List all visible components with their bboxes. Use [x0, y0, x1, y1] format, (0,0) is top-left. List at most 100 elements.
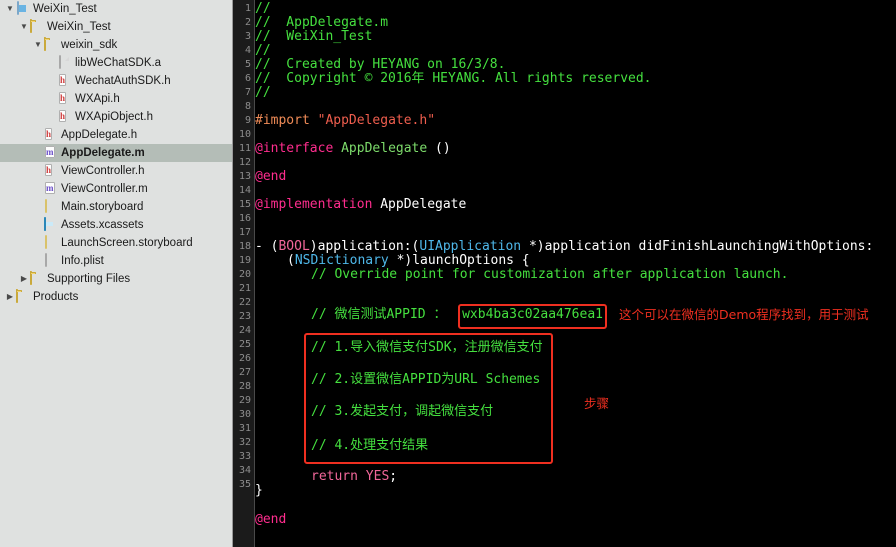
- nav-item-weixin-sdk[interactable]: weixin_sdk: [0, 36, 232, 54]
- source-icon: m: [45, 182, 55, 194]
- line-number: 7: [244, 87, 251, 98]
- nav-item-label: libWeChatSDK.a: [75, 57, 162, 69]
- import-space: [310, 113, 318, 128]
- nav-item-wxapi-h[interactable]: h WXApi.h: [0, 90, 232, 108]
- nav-item-assets-xcassets[interactable]: Assets.xcassets: [0, 216, 232, 234]
- implementation-class-name: AppDelegate: [380, 197, 467, 212]
- code-line-19: // Override point for customization afte…: [311, 267, 789, 282]
- nav-item-wechatauthsdk-h[interactable]: h WechatAuthSDK.h: [0, 72, 232, 90]
- nav-item-label: Main.storyboard: [61, 201, 144, 213]
- sp-31: [358, 469, 366, 484]
- sp-21: [446, 307, 462, 322]
- nav-item-weixin-test[interactable]: WeiXin_Test: [0, 0, 232, 18]
- code-line-9: #import "AppDelegate.h": [255, 114, 435, 128]
- import-keyword: #import: [255, 113, 310, 128]
- header-icon: h: [45, 164, 53, 176]
- nsdictionary-type: NSDictionary: [294, 253, 389, 268]
- code-line-6: // Copyright © 2016年 HEYANG. All rights …: [255, 71, 652, 86]
- storyboard-icon: [44, 199, 57, 214]
- plist-icon: [44, 253, 57, 268]
- line-number: 28: [238, 381, 251, 392]
- line-number: 3: [244, 31, 251, 42]
- folder-icon: [30, 271, 43, 286]
- header-icon: h: [59, 92, 67, 104]
- appid-annotation-text: 这个可以在微信的Demo程序找到，用于测试: [619, 307, 869, 322]
- line-number: 12: [238, 157, 251, 168]
- code-editor[interactable]: 1 2 3 4 5 6 7 8 9 10 11 12 13 14 15 16 17 18 19 20 21 22 23 24 2…: [233, 0, 896, 547]
- code-content[interactable]: // // AppDelegate.m // WeiXin_Test // //…: [255, 0, 896, 547]
- method-mid: )application:(: [309, 239, 420, 254]
- code-line-21: // 微信测试APPID ： wxb4ba3c02aa476ea1: [311, 308, 603, 322]
- project-navigator[interactable]: WeiXin_Test WeiXin_Test weixin_sdk libWeCha…: [0, 0, 233, 547]
- chevron-down-icon[interactable]: [4, 0, 16, 18]
- line-number: 13: [238, 171, 251, 182]
- nav-item-label: WeiXin_Test: [47, 21, 111, 33]
- folder-icon: [44, 37, 57, 52]
- line-number: 33: [238, 451, 251, 462]
- nav-item-info-plist[interactable]: Info.plist: [0, 252, 232, 270]
- nav-item-label: LaunchScreen.storyboard: [61, 237, 193, 249]
- method-tail: *)application didFinishLaunchingWithOpti…: [521, 239, 874, 254]
- nav-item-label: weixin_sdk: [61, 39, 118, 51]
- semicolon: ;: [389, 469, 398, 484]
- nav-item-viewcontroller-h[interactable]: h ViewController.h: [0, 162, 232, 180]
- header-icon: h: [59, 74, 67, 86]
- interface-category: (): [435, 141, 451, 156]
- nav-item-label: ViewController.h: [61, 165, 145, 177]
- code-line-2: // AppDelegate.m: [255, 15, 389, 30]
- line-number: 16: [238, 213, 251, 224]
- chevron-right-icon[interactable]: [18, 270, 30, 288]
- chevron-right-icon[interactable]: [4, 288, 16, 306]
- code-line-18-cont: (NSDictionary *)launchOptions {: [287, 254, 530, 268]
- line-number: 4: [244, 45, 251, 56]
- nav-item-weixin-test[interactable]: WeiXin_Test: [0, 18, 232, 36]
- line-number: 31: [238, 423, 251, 434]
- yes-literal: YES: [365, 469, 390, 484]
- line-number: 2: [244, 17, 251, 28]
- line-number: 21: [238, 283, 251, 294]
- nav-item-appdelegate-h[interactable]: h AppDelegate.h: [0, 126, 232, 144]
- nav-item-appdelegate-m[interactable]: m AppDelegate.m: [0, 144, 232, 162]
- line-number: 18: [238, 241, 251, 252]
- launchoptions-tail: *)launchOptions {: [388, 253, 530, 268]
- code-line-11: @interface AppDelegate (): [255, 142, 451, 156]
- folder-icon: [30, 19, 43, 34]
- line-number: 22: [238, 297, 251, 308]
- nav-item-main-storyboard[interactable]: Main.storyboard: [0, 198, 232, 216]
- code-line-25: // 2.设置微信APPID为URL Schemes: [311, 372, 541, 387]
- line-number-gutter: 1 2 3 4 5 6 7 8 9 10 11 12 13 14 15 16 17 18 19 20 21 22 23 24 2…: [233, 0, 255, 547]
- line-number: 19: [238, 255, 251, 266]
- nav-item-wxapiobject-h[interactable]: h WXApiObject.h: [0, 108, 232, 126]
- nav-item-products[interactable]: Products: [0, 288, 232, 306]
- uiapplication-type: UIApplication: [419, 239, 522, 254]
- nav-item-launchscreen-storyboard[interactable]: LaunchScreen.storyboard: [0, 234, 232, 252]
- line-number: 6: [244, 73, 251, 84]
- line-number: 1: [244, 3, 251, 14]
- header-icon: h: [45, 128, 53, 140]
- nav-item-label: WXApi.h: [75, 93, 120, 105]
- chevron-down-icon[interactable]: [32, 36, 44, 54]
- line-number: 24: [238, 325, 251, 336]
- code-line-3: // WeiXin_Test: [255, 29, 373, 44]
- interface-class-name: AppDelegate: [341, 141, 428, 156]
- chevron-down-icon[interactable]: [18, 18, 30, 36]
- line-number: 20: [238, 269, 251, 280]
- method-prefix: - (: [255, 239, 279, 254]
- nav-item-label: Assets.xcassets: [61, 219, 144, 231]
- code-line-31: return YES;: [311, 470, 397, 484]
- code-line-23: // 1.导入微信支付SDK，注册微信支付: [311, 340, 543, 355]
- code-line-34: @end: [255, 512, 287, 527]
- line-number: 27: [238, 367, 251, 378]
- return-keyword: return: [311, 469, 358, 484]
- steps-annotation-text: 步骤: [584, 396, 610, 411]
- import-path: "AppDelegate.h": [317, 113, 436, 128]
- line-number: 26: [238, 353, 251, 364]
- code-line-13: @end: [255, 169, 287, 184]
- line-number: 25: [238, 339, 251, 350]
- nav-item-viewcontroller-m[interactable]: m ViewController.m: [0, 180, 232, 198]
- nav-item-libwechatsdk-a[interactable]: libWeChatSDK.a: [0, 54, 232, 72]
- code-line-32: }: [255, 483, 263, 498]
- nav-item-supporting-files[interactable]: Supporting Files: [0, 270, 232, 288]
- project-navigator-list[interactable]: WeiXin_Test WeiXin_Test weixin_sdk libWeCha…: [0, 0, 232, 306]
- nav-item-label: AppDelegate.h: [61, 129, 138, 141]
